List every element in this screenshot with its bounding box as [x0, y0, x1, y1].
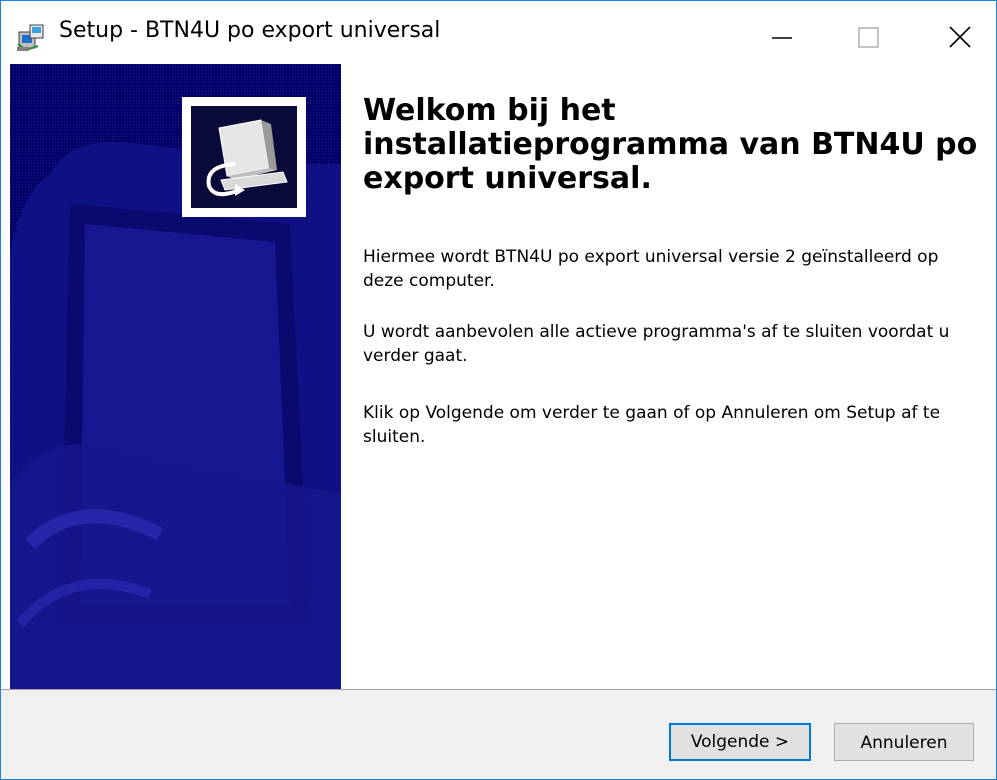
welcome-heading: Welkom bij het installatieprogramma van …: [363, 93, 978, 196]
window-title: Setup - BTN4U po export universal: [59, 18, 441, 43]
install-description-text: Hiermee wordt BTN4U po export universal …: [363, 247, 939, 291]
welcome-panel: Welkom bij het installatieprogramma van …: [341, 64, 996, 689]
close-icon: [949, 26, 971, 48]
close-button[interactable]: [904, 1, 996, 64]
setup-installer-icon: [16, 22, 46, 52]
instructions-text: Klik op Volgende om verder te gaan of op…: [363, 403, 941, 447]
minimize-icon: [772, 37, 792, 39]
computer-install-icon: [191, 106, 297, 208]
setup-window: Setup - BTN4U po export universal Welkom…: [0, 0, 997, 780]
cancel-button[interactable]: Annuleren: [834, 723, 974, 761]
close-programs-advice-text: U wordt aanbevolen alle actieve programm…: [363, 322, 950, 366]
installer-logo: [182, 97, 306, 217]
next-button[interactable]: Volgende >: [669, 723, 811, 761]
title-bar[interactable]: Setup - BTN4U po export universal: [1, 1, 996, 64]
minimize-button[interactable]: [734, 1, 826, 64]
button-bar: Volgende > Annuleren: [1, 689, 996, 779]
